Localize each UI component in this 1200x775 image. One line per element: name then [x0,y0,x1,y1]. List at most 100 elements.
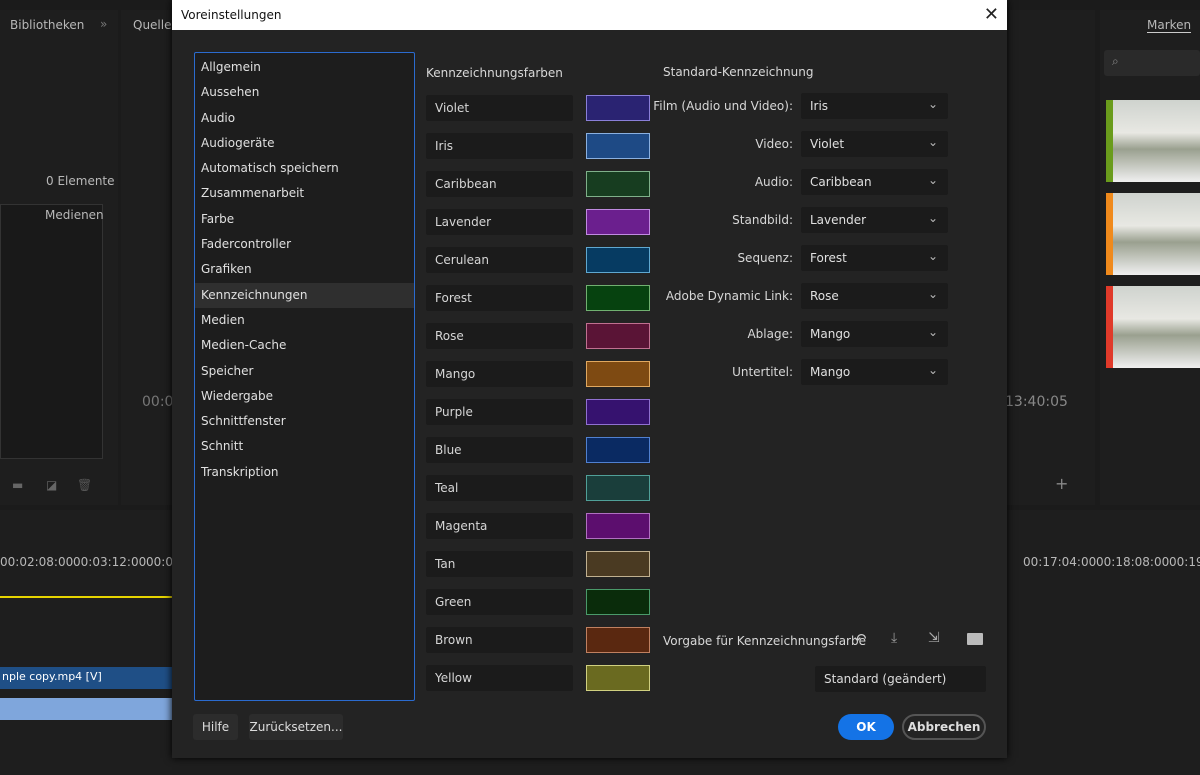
nav-item[interactable]: Audio [195,106,414,131]
import-icon[interactable]: ⤓ [891,630,897,646]
audio-clip[interactable] [0,698,172,720]
nav-item[interactable]: Wiedergabe [195,384,414,409]
label-color-name-field[interactable]: Blue [426,437,573,463]
label-colors-heading: Kennzeichnungsfarben [426,66,563,80]
cancel-button[interactable]: Abbrechen [902,714,986,740]
default-label: Film (Audio und Video): [653,99,793,113]
preset-field[interactable]: Standard (geändert) [815,666,986,692]
nav-item[interactable]: Transkription [195,460,414,485]
dropdown-value: Mango [810,327,851,341]
default-label-dropdown[interactable]: Mango ⌄ [801,321,948,347]
clip-label: nple copy.mp4 [V] [2,670,102,683]
label-color-name-field[interactable]: Yellow [426,665,573,691]
preset-label: Vorgabe für Kennzeichnungsfarbe [663,634,866,648]
label-color-swatch[interactable] [586,475,650,501]
markers-tab[interactable]: Marken [1147,18,1192,33]
nav-item[interactable]: Farbe [195,207,414,232]
work-area-bar[interactable] [0,596,172,598]
marker-thumbnail[interactable] [1113,100,1200,182]
timeline-tick: 00:17:04:00 [1023,555,1097,569]
label-color-name-field[interactable]: Violet [426,95,573,121]
timeline-tick: 00:19: [1169,555,1200,569]
default-label-dropdown[interactable]: Caribbean ⌄ [801,169,948,195]
label-color-name-field[interactable]: Cerulean [426,247,573,273]
trash-icon[interactable]: 🗑 [77,478,92,492]
label-color-name-field[interactable]: Brown [426,627,573,653]
nav-item[interactable]: Allgemein [195,55,414,80]
marker-thumbnail[interactable] [1113,286,1200,368]
label-color-name-field[interactable]: Green [426,589,573,615]
dropdown-value: Forest [810,251,847,265]
nav-item[interactable]: Schnittfenster [195,409,414,434]
nav-item[interactable]: Medien [195,308,414,333]
label-color-swatch[interactable] [586,437,650,463]
preferences-nav: Allgemein Aussehen Audio Audiogeräte Automat… [194,52,415,701]
label-color-name-field[interactable]: Caribbean [426,171,573,197]
label-color-swatch[interactable] [586,665,650,691]
label-color-name-field[interactable]: Lavender [426,209,573,235]
default-label: Adobe Dynamic Link: [665,289,793,303]
nav-item[interactable]: Zusammenarbeit [195,181,414,206]
label-color-name-field[interactable]: Iris [426,133,573,159]
column-header-media-end[interactable]: Medienend [45,208,103,222]
default-label: Untertitel: [732,365,793,379]
reset-button[interactable]: Zurücksetzen... [249,714,343,740]
add-button-icon[interactable]: + [1055,474,1068,493]
default-label: Sequenz: [737,251,793,265]
label-color-name-field[interactable]: Mango [426,361,573,387]
marker-search[interactable]: ⌕ [1104,50,1200,76]
source-tab[interactable]: Quelle: [133,18,176,32]
nav-item[interactable]: Audiogeräte [195,131,414,156]
panel-menu-icon[interactable]: » [100,17,107,31]
chevron-down-icon: ⌄ [927,363,938,377]
help-button[interactable]: Hilfe [193,714,238,740]
nav-item[interactable]: Medien-Cache [195,333,414,358]
dropdown-value: Lavender [810,213,867,227]
default-label-dropdown[interactable]: Violet ⌄ [801,131,948,157]
nav-item[interactable]: Kennzeichnungen [195,282,414,308]
default-labels-heading: Standard-Kennzeichnung [663,65,814,79]
folder-icon[interactable]: ▬ [12,478,23,492]
chevron-down-icon: ⌄ [927,135,938,149]
default-label: Ablage: [747,327,793,341]
label-color-name-field[interactable]: Teal [426,475,573,501]
timeline-tick: 00:03:12:00 [73,555,147,569]
nav-item[interactable]: Fadercontroller [195,232,414,257]
label-color-name-field[interactable]: Magenta [426,513,573,539]
label-color-swatch[interactable] [586,589,650,615]
label-color-swatch[interactable] [586,513,650,539]
chevron-down-icon: ⌄ [927,249,938,263]
nav-item[interactable]: Aussehen [195,80,414,105]
save-preset-icon[interactable]: ⇲ [928,630,940,646]
new-item-icon[interactable]: ◪ [46,478,57,492]
default-label-dropdown[interactable]: Lavender ⌄ [801,207,948,233]
default-label-dropdown[interactable]: Rose ⌄ [801,283,948,309]
label-color-name-field[interactable]: Tan [426,551,573,577]
chevron-down-icon: ⌄ [927,287,938,301]
video-clip[interactable]: nple copy.mp4 [V] [0,667,172,689]
label-color-swatch[interactable] [586,627,650,653]
ok-button[interactable]: OK [838,714,894,740]
close-icon[interactable]: ✕ [984,4,999,25]
label-color-name-field[interactable]: Purple [426,399,573,425]
label-color-name-field[interactable]: Forest [426,285,573,311]
dialog-titlebar: Voreinstellungen ✕ [172,0,1007,30]
nav-item[interactable]: Automatisch speichern [195,156,414,181]
folder-icon[interactable] [967,633,983,645]
default-label-dropdown[interactable]: Mango ⌄ [801,359,948,385]
default-label-dropdown[interactable]: Forest ⌄ [801,245,948,271]
libraries-tab[interactable]: Bibliotheken [10,18,84,32]
default-label-dropdown[interactable]: Iris ⌄ [801,93,948,119]
nav-item[interactable]: Schnitt [195,434,414,459]
label-color-name-field[interactable]: Rose [426,323,573,349]
chevron-down-icon: ⌄ [927,97,938,111]
chevron-down-icon: ⌄ [927,325,938,339]
label-color-swatch[interactable] [586,551,650,577]
marker-thumbnail[interactable] [1113,193,1200,275]
label-color-swatch[interactable] [586,399,650,425]
nav-item[interactable]: Grafiken [195,257,414,282]
nav-item[interactable]: Speicher [195,359,414,384]
undo-icon[interactable]: ↶ [854,630,867,648]
dropdown-value: Mango [810,365,851,379]
marker-color [1106,100,1113,182]
